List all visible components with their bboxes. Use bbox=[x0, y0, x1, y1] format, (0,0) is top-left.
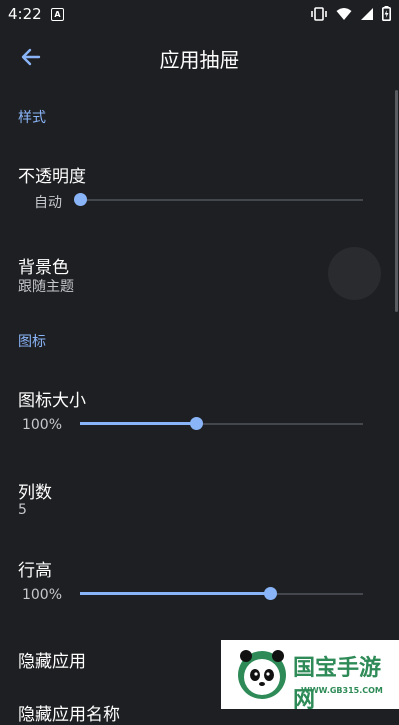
hidden-apps-title: 隐藏应用 bbox=[18, 652, 86, 672]
color-swatch[interactable] bbox=[328, 247, 381, 300]
watermark-title: 国宝手游网 bbox=[293, 656, 382, 713]
slider-fill bbox=[80, 422, 197, 425]
status-bar: 4:22 A bbox=[0, 0, 399, 28]
battery-icon bbox=[382, 6, 391, 21]
slider-track bbox=[80, 199, 363, 201]
opacity-slider[interactable] bbox=[74, 192, 363, 208]
scrollbar[interactable] bbox=[395, 90, 398, 312]
row-height-slider-label: 100% bbox=[21, 587, 62, 603]
opacity-slider-label: 自动 bbox=[34, 195, 62, 211]
columns-title: 列数 bbox=[18, 483, 52, 503]
status-icons bbox=[310, 6, 391, 21]
slider-thumb[interactable] bbox=[263, 587, 277, 600]
background-title: 背景色 bbox=[18, 258, 69, 278]
background-summary: 跟随主题 bbox=[18, 279, 74, 295]
slider-thumb[interactable] bbox=[74, 193, 87, 206]
icon-size-slider-label: 100% bbox=[21, 417, 62, 433]
icon-size-slider[interactable] bbox=[80, 416, 363, 432]
wifi-icon bbox=[336, 7, 352, 20]
panda-logo-icon bbox=[238, 650, 286, 699]
toolbar: 应用抽屉 bbox=[0, 28, 399, 86]
signal-icon bbox=[361, 7, 373, 20]
notification-a-icon: A bbox=[51, 8, 64, 21]
vibrate-icon bbox=[311, 6, 327, 21]
page-title: 应用抽屉 bbox=[159, 48, 240, 72]
slider-fill bbox=[80, 592, 270, 595]
row-height-title: 行高 bbox=[18, 561, 52, 581]
status-time: 4:22 bbox=[8, 5, 42, 23]
icon-size-title: 图标大小 bbox=[18, 391, 86, 411]
columns-summary: 5 bbox=[18, 502, 27, 518]
section-header-icons: 图标 bbox=[18, 334, 46, 350]
row-height-slider[interactable] bbox=[80, 586, 363, 602]
section-header-style: 样式 bbox=[18, 110, 46, 126]
watermark-url: WWW.GB315.COM bbox=[301, 686, 383, 695]
watermark: 国宝手游网 WWW.GB315.COM bbox=[221, 640, 399, 713]
hide-app-names-title[interactable]: 隐藏应用名称 bbox=[18, 700, 120, 725]
slider-thumb[interactable] bbox=[190, 417, 204, 430]
opacity-title: 不透明度 bbox=[18, 167, 86, 187]
